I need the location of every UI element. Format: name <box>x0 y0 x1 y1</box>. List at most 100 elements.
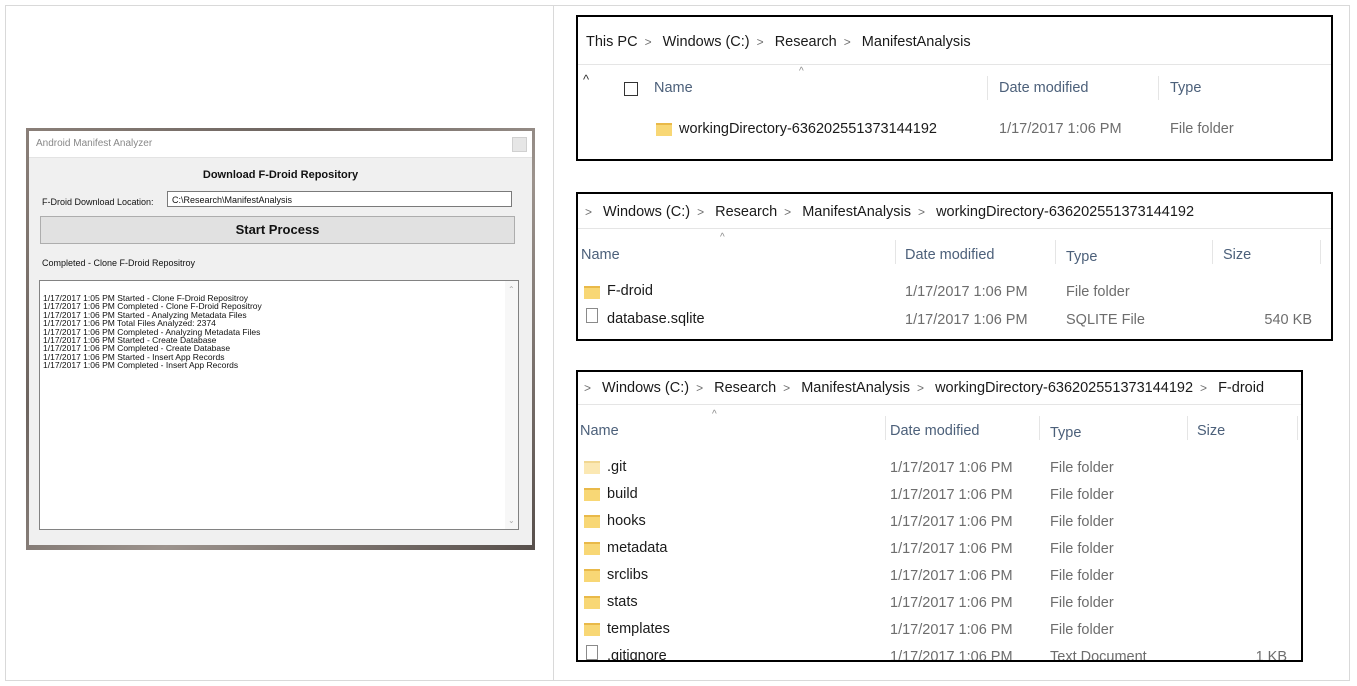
column-header-size[interactable]: Size <box>1197 423 1225 439</box>
column-separator <box>895 240 896 264</box>
item-name: hooks <box>607 513 646 529</box>
breadcrumb-item[interactable]: Windows (C:) <box>602 380 689 396</box>
item-name: stats <box>607 594 638 610</box>
header-divider <box>578 64 1331 65</box>
folder-icon <box>584 569 600 582</box>
window-titlebar[interactable]: Android Manifest Analyzer <box>29 131 532 158</box>
folder-icon <box>584 542 600 555</box>
item-type: File folder <box>1066 284 1130 300</box>
breadcrumb-item[interactable]: ManifestAnalysis <box>862 34 971 50</box>
item-size: 540 KB <box>1264 312 1312 328</box>
item-type: SQLITE File <box>1066 312 1145 328</box>
breadcrumb-item[interactable]: Research <box>714 380 776 396</box>
column-header-date[interactable]: Date modified <box>890 423 979 439</box>
item-date: 1/17/2017 1:06 PM <box>890 487 1013 503</box>
column-header-name[interactable]: Name <box>580 423 619 439</box>
status-text: Completed - Clone F-Droid Repositroy <box>42 258 196 268</box>
breadcrumb-item[interactable]: workingDirectory-636202551373144192 <box>935 380 1193 396</box>
collapse-up-icon[interactable]: ^ <box>583 72 589 87</box>
item-name: .git <box>607 459 627 475</box>
sort-arrow-icon: ^ <box>712 409 717 420</box>
column-header-type[interactable]: Type <box>1066 249 1097 265</box>
breadcrumb-item[interactable]: ManifestAnalysis <box>802 204 911 220</box>
column-separator <box>987 76 988 100</box>
column-separator <box>885 416 886 440</box>
item-date: 1/17/2017 1:06 PM <box>890 541 1013 557</box>
breadcrumb-item[interactable]: Windows (C:) <box>663 34 750 50</box>
folder-icon <box>584 488 600 501</box>
breadcrumb-item[interactable]: Research <box>715 204 777 220</box>
folder-icon <box>584 596 600 609</box>
scroll-up-icon[interactable]: ⌃ <box>508 285 515 294</box>
item-name: templates <box>607 621 670 637</box>
item-type: Text Document <box>1050 649 1147 662</box>
sort-arrow-icon: ^ <box>799 66 804 77</box>
explorer-panel-manifestanalysis: This PC > Windows (C:) > Research > Manifes… <box>576 15 1333 161</box>
breadcrumb-item[interactable]: ManifestAnalysis <box>801 380 910 396</box>
item-date: 1/17/2017 1:06 PM <box>890 649 1013 662</box>
breadcrumb-item[interactable]: This PC <box>586 34 638 50</box>
page-title: Download F-Droid Repository <box>202 169 359 181</box>
explorer-panel-working-directory: > Windows (C:) > Research > ManifestAnalys… <box>576 192 1333 341</box>
explorer-panel-f-droid: > Windows (C:) > Research > ManifestAnalys… <box>576 370 1303 662</box>
breadcrumb-item[interactable]: F-droid <box>1218 380 1264 396</box>
close-icon[interactable] <box>512 137 527 152</box>
item-name: srclibs <box>607 567 649 583</box>
log-textbox[interactable]: 1/17/2017 1:05 PM Started - Clone F-Droi… <box>39 280 519 530</box>
folder-icon <box>656 123 672 136</box>
breadcrumb: > Windows (C:) > Research > ManifestAnalys… <box>585 204 1195 220</box>
item-date: 1/17/2017 1:06 PM <box>890 514 1013 530</box>
item-date: 1/17/2017 1:06 PM <box>890 460 1013 476</box>
scroll-down-icon[interactable]: ⌄ <box>508 516 515 525</box>
item-type: File folder <box>1050 487 1114 503</box>
item-date: 1/17/2017 1:06 PM <box>890 622 1013 638</box>
item-type: File folder <box>1050 568 1114 584</box>
header-divider <box>578 404 1301 405</box>
figure-divider <box>553 5 554 681</box>
column-separator <box>1187 416 1188 440</box>
file-icon <box>586 308 598 323</box>
breadcrumb: > Windows (C:) > Research > ManifestAnalys… <box>584 380 1265 396</box>
folder-icon <box>584 515 600 528</box>
column-header-date[interactable]: Date modified <box>999 80 1088 96</box>
select-all-checkbox[interactable] <box>624 82 638 96</box>
log-scrollbar[interactable]: ⌃ ⌄ <box>505 281 518 529</box>
column-separator <box>1320 240 1321 264</box>
item-date: 1/17/2017 1:06 PM <box>890 568 1013 584</box>
column-header-size[interactable]: Size <box>1223 247 1251 263</box>
breadcrumb-item[interactable]: Research <box>775 34 837 50</box>
start-process-button[interactable]: Start Process <box>40 216 515 244</box>
column-separator <box>1297 416 1298 440</box>
item-name: database.sqlite <box>607 311 705 327</box>
header-divider <box>578 228 1331 229</box>
item-type: File folder <box>1050 622 1114 638</box>
column-separator <box>1212 240 1213 264</box>
item-type: File folder <box>1050 514 1114 530</box>
item-name: build <box>607 486 638 502</box>
breadcrumb: This PC > Windows (C:) > Research > Manifes… <box>586 34 971 50</box>
item-date: 1/17/2017 1:06 PM <box>890 595 1013 611</box>
column-header-type[interactable]: Type <box>1050 425 1081 441</box>
column-header-name[interactable]: Name <box>654 80 693 96</box>
download-location-input[interactable]: C:\Research\ManifestAnalysis <box>167 191 512 207</box>
sort-arrow-icon: ^ <box>720 232 725 243</box>
column-header-name[interactable]: Name <box>581 247 620 263</box>
window-title: Android Manifest Analyzer <box>36 138 153 149</box>
item-size: 1 KB <box>1255 649 1287 662</box>
breadcrumb-item[interactable]: Windows (C:) <box>603 204 690 220</box>
log-line: 1/17/2017 1:06 PM Completed - Insert App… <box>43 360 239 371</box>
folder-icon <box>584 461 600 474</box>
item-name: F-droid <box>607 283 653 299</box>
folder-icon <box>584 286 600 299</box>
breadcrumb-item[interactable]: workingDirectory-636202551373144192 <box>936 204 1194 220</box>
column-header-date[interactable]: Date modified <box>905 247 994 263</box>
item-type: File folder <box>1050 541 1114 557</box>
column-separator <box>1039 416 1040 440</box>
item-type: File folder <box>1050 460 1114 476</box>
analyzer-window: Android Manifest Analyzer Download F-Dro… <box>29 131 532 545</box>
column-separator <box>1055 240 1056 264</box>
item-name: .gitignore <box>607 648 667 662</box>
item-name: metadata <box>607 540 668 556</box>
column-header-type[interactable]: Type <box>1170 80 1201 96</box>
item-date: 1/17/2017 1:06 PM <box>905 312 1028 328</box>
